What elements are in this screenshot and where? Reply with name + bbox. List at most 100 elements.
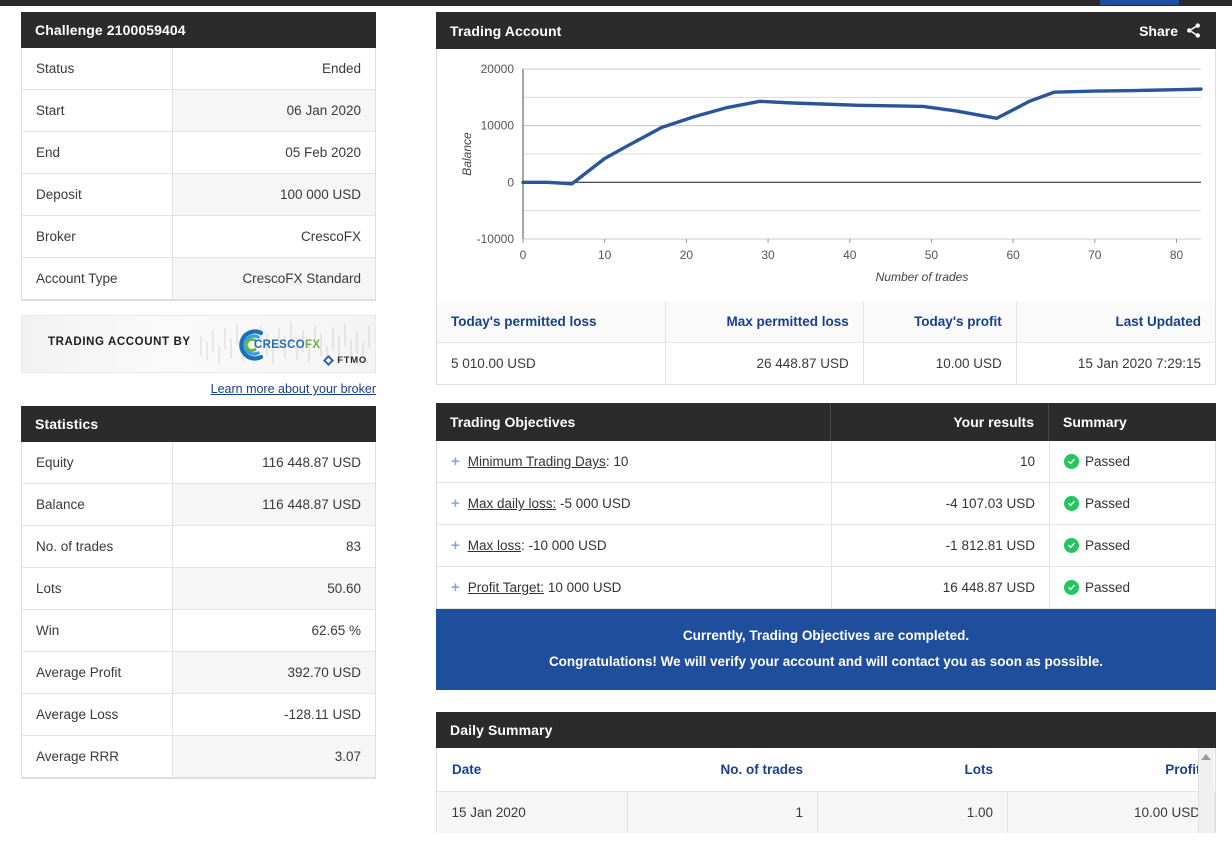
row-value: 50.60 xyxy=(172,567,375,610)
objective-row: + Max loss: -10 000 USD -1 812.81 USD Pa… xyxy=(436,525,1216,567)
objective-result: 10 xyxy=(831,441,1049,482)
column-header[interactable]: No. of trades xyxy=(627,748,818,793)
row-label: Balance xyxy=(22,483,173,526)
row-value: 3.07 xyxy=(172,735,375,778)
objective-result: 16 448.87 USD xyxy=(831,567,1049,608)
table-row: Average RRR 3.07 xyxy=(22,735,375,778)
check-circle-icon xyxy=(1064,538,1079,553)
row-label: Deposit xyxy=(22,173,173,216)
crescofx-wordmark: CRESCOFX xyxy=(254,339,320,351)
balance-chart-svg: -10000 0 10000 20000 0 10 20 30 40 50 60 70 80 Balanc… xyxy=(460,62,1203,284)
objective-label-cell: + Profit Target: 10 000 USD xyxy=(437,567,831,608)
objective-suffix: : 10 xyxy=(605,454,629,469)
ftmo-label: FTMO xyxy=(337,355,367,366)
objectives-header: Trading Objectives Your results Summary xyxy=(436,403,1216,441)
table-row: Deposit 100 000 USD xyxy=(22,173,375,216)
row-value: 116 448.87 USD xyxy=(172,483,375,526)
balance-chart: -10000 0 10000 20000 0 10 20 30 40 50 60 70 80 Balanc… xyxy=(437,49,1215,301)
cell-profit: 10.00 USD xyxy=(1007,791,1215,834)
last-updated-value: 15 Jan 2020 7:29:15 xyxy=(1077,356,1201,371)
table-header-row: Date No. of trades Lots Profit xyxy=(437,748,1215,793)
svg-text:0: 0 xyxy=(507,175,514,189)
row-label: No. of trades xyxy=(22,525,173,568)
broker-banner[interactable]: TRADING ACCOUNT BY CRESCOFX FTMO xyxy=(21,315,376,373)
left-column: Challenge 2100059404 Status Ended Start … xyxy=(21,12,376,779)
svg-text:20: 20 xyxy=(680,248,694,262)
objective-label: Minimum Trading Days: 10 xyxy=(468,454,629,469)
trading-account-header: Trading Account Share xyxy=(436,12,1216,49)
table-row: Average Profit 392.70 USD xyxy=(22,651,375,694)
column-header[interactable]: Date xyxy=(437,748,628,793)
today-profit-value: 10.00 USD xyxy=(863,342,1017,384)
statistics-table: Equity 116 448.87 USD Balance 116 448.87… xyxy=(22,442,375,778)
table-row: Start 06 Jan 2020 xyxy=(22,89,375,132)
objective-summary: Passed xyxy=(1049,525,1215,566)
objective-row: + Profit Target: 10 000 USD 16 448.87 US… xyxy=(436,567,1216,609)
challenge-table: Status Ended Start 06 Jan 2020 End 05 Fe… xyxy=(22,48,375,300)
svg-text:Number of trades: Number of trades xyxy=(876,270,969,284)
svg-text:-10000: -10000 xyxy=(477,232,515,246)
column-header: Max permitted loss xyxy=(665,301,864,343)
objective-summary: Passed xyxy=(1049,483,1215,524)
scroll-up-arrow-icon[interactable] xyxy=(1201,754,1211,761)
row-value: 83 xyxy=(345,539,361,554)
challenge-title: Challenge 2100059404 xyxy=(35,22,186,38)
table-row: Status Ended xyxy=(22,48,375,90)
expand-icon[interactable]: + xyxy=(451,538,460,553)
status-badge: Passed xyxy=(1085,580,1131,595)
table-row: Account Type CrescoFX Standard xyxy=(22,257,375,300)
objective-suffix: : -10 000 USD xyxy=(521,538,607,553)
objective-summary: Passed xyxy=(1049,567,1215,608)
row-value: 100 000 USD xyxy=(172,173,375,216)
objective-name: Profit Target: xyxy=(467,580,545,595)
objectives-completed-banner: Currently, Trading Objectives are comple… xyxy=(436,609,1216,691)
trading-account-title: Trading Account xyxy=(450,22,562,39)
row-label: Average Loss xyxy=(22,693,173,736)
column-header[interactable]: Lots xyxy=(817,748,1008,793)
column-header: Your results xyxy=(830,403,1048,441)
svg-text:20000: 20000 xyxy=(481,62,515,76)
svg-text:50: 50 xyxy=(925,248,939,262)
column-header: Summary xyxy=(1048,403,1216,441)
expand-icon[interactable]: + xyxy=(451,580,460,595)
objective-label: Profit Target: 10 000 USD xyxy=(468,580,622,595)
expand-icon[interactable]: + xyxy=(451,454,460,469)
objective-label: Max loss: -10 000 USD xyxy=(468,538,607,553)
daily-summary-table: Date No. of trades Lots Profit 15 Jan 20… xyxy=(437,748,1215,834)
check-circle-icon xyxy=(1064,580,1079,595)
status-badge: Passed xyxy=(1085,454,1131,469)
row-value: CrescoFX Standard xyxy=(172,257,375,300)
trading-account-panel: Trading Account Share -10000 0 10000 20000 0… xyxy=(436,12,1216,385)
statistics-panel-header: Statistics xyxy=(21,406,376,442)
row-label: Equity xyxy=(22,442,173,484)
daily-summary-scrollbar[interactable] xyxy=(1198,748,1214,834)
table-row: End 05 Feb 2020 xyxy=(22,131,375,174)
dashboard-page: Challenge 2100059404 Status Ended Start … xyxy=(0,6,1232,859)
right-column: Trading Account Share -10000 0 10000 20000 0… xyxy=(436,12,1216,834)
objective-label-cell: + Minimum Trading Days: 10 xyxy=(437,441,831,482)
cell-date: 15 Jan 2020 xyxy=(437,791,628,834)
table-row: Average Loss -128.11 USD xyxy=(22,693,375,736)
row-label: Broker xyxy=(22,215,173,258)
expand-icon[interactable]: + xyxy=(451,496,460,511)
row-label: Lots xyxy=(22,567,173,610)
banner-line-2: Congratulations! We will verify your acc… xyxy=(548,653,1104,669)
share-label: Share xyxy=(1139,22,1178,39)
column-header: Trading Objectives xyxy=(450,414,576,430)
table-row: Broker CrescoFX xyxy=(22,215,375,258)
statistics-panel: Statistics Equity 116 448.87 USD Balance… xyxy=(21,406,376,779)
statistics-title: Statistics xyxy=(35,416,99,432)
objective-name: Minimum Trading Days xyxy=(467,454,606,469)
objective-summary: Passed xyxy=(1049,441,1215,482)
row-value: 06 Jan 2020 xyxy=(172,89,375,132)
objective-name: Max daily loss: xyxy=(467,496,557,511)
banner-line-1: Currently, Trading Objectives are comple… xyxy=(682,628,970,643)
row-label: Average Profit xyxy=(22,651,173,694)
check-circle-icon xyxy=(1064,496,1079,511)
column-header[interactable]: Profit xyxy=(1007,748,1215,793)
column-header: Today's permitted loss xyxy=(437,301,666,343)
share-button[interactable]: Share xyxy=(1139,22,1202,39)
learn-more-broker-link[interactable]: Learn more about your broker xyxy=(211,382,376,396)
svg-text:10: 10 xyxy=(598,248,612,262)
status-badge: Passed xyxy=(1085,496,1131,511)
